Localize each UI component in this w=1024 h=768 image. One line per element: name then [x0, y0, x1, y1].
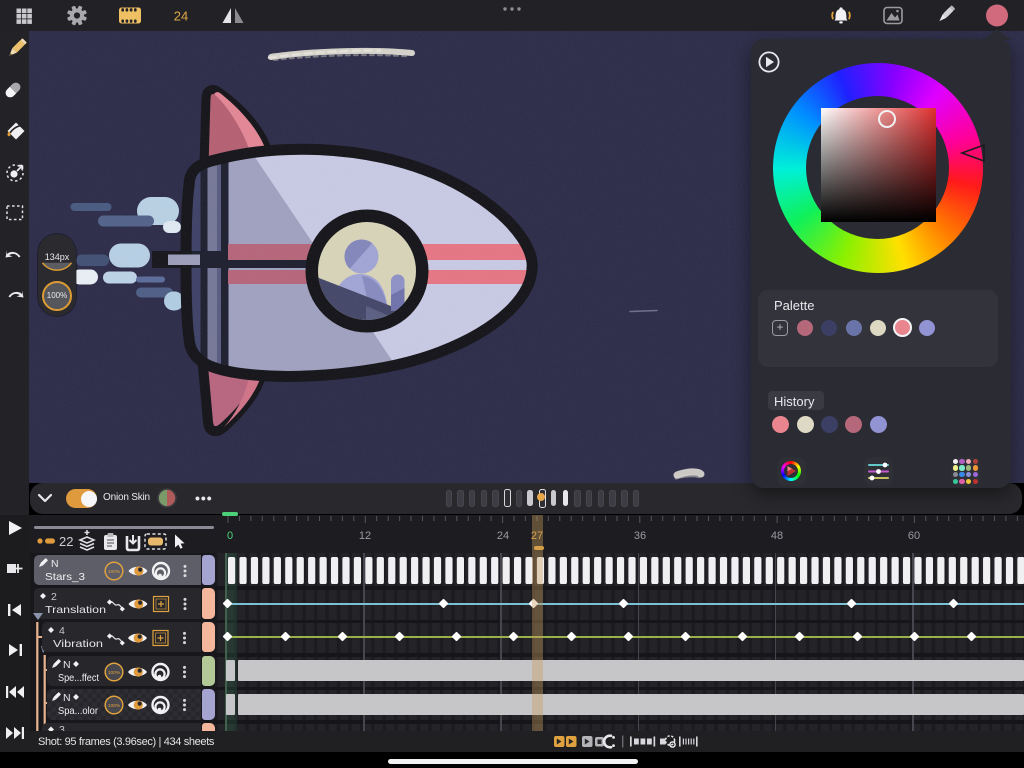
svg-text:100%: 100% [108, 670, 121, 676]
svg-text:N: N [51, 558, 59, 570]
svg-text:2: 2 [51, 591, 57, 603]
svg-text:N: N [63, 659, 71, 671]
svg-text:N: N [63, 692, 71, 704]
svg-text:22: 22 [59, 534, 73, 549]
svg-text:Vibration: Vibration [53, 638, 103, 650]
svg-text:Spa...olor: Spa...olor [58, 705, 98, 717]
svg-text:24: 24 [174, 9, 188, 24]
svg-text:Spe...ffect: Spe...ffect [58, 672, 99, 684]
svg-text:Stars_3: Stars_3 [45, 571, 85, 583]
svg-text:100%: 100% [107, 569, 120, 575]
svg-text:100%: 100% [108, 703, 121, 709]
svg-text:4: 4 [59, 625, 65, 637]
